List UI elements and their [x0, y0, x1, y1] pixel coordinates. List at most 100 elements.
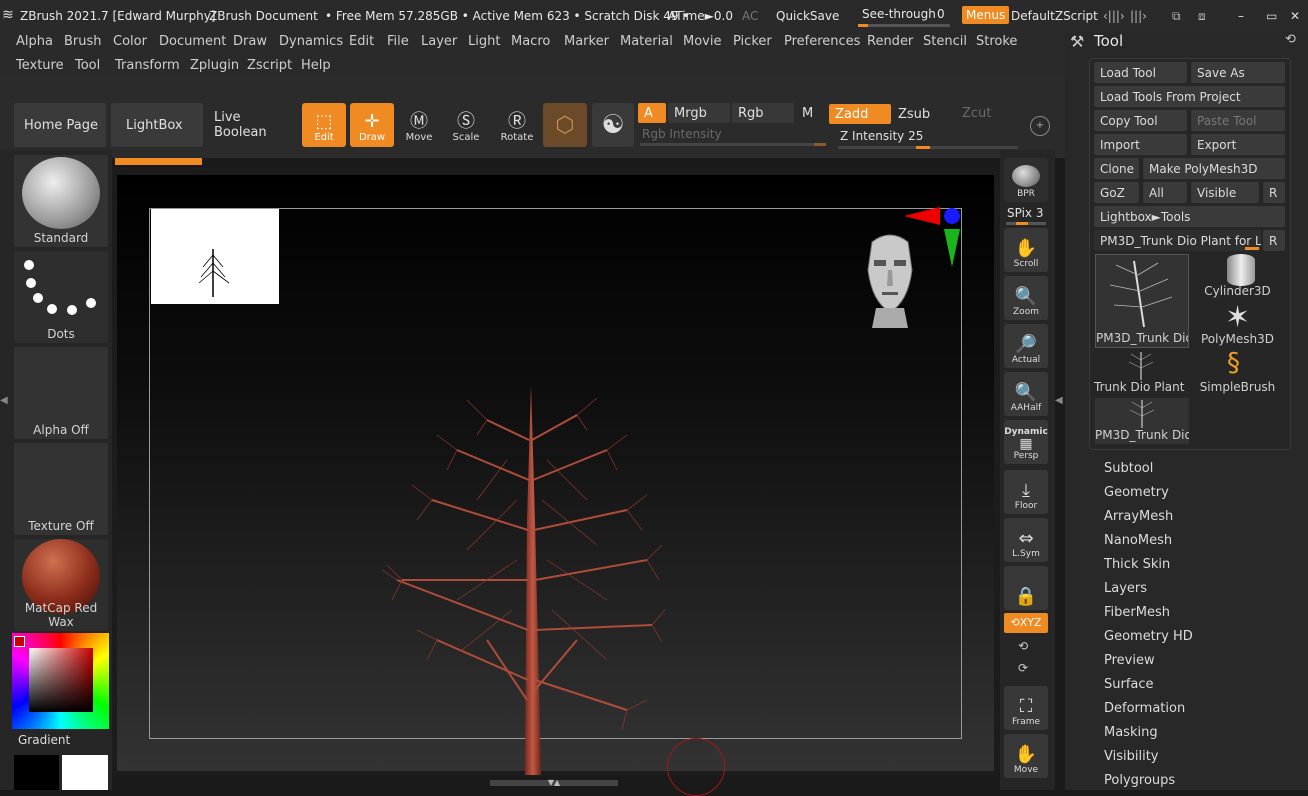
lock-button[interactable]: 🔒 [1004, 566, 1048, 610]
zbrush-logo-icon[interactable]: ≋ [2, 7, 14, 23]
menu-document[interactable]: Document [159, 34, 226, 49]
palette-reset-icon[interactable]: ⟲ [1285, 32, 1296, 47]
subpalette-layers[interactable]: Layers [1104, 581, 1147, 596]
import-button[interactable]: Import [1094, 134, 1187, 155]
tool-thumb-trunk-dio[interactable]: Trunk Dio Plant f [1094, 350, 1187, 396]
menu-edit[interactable]: Edit [349, 34, 374, 49]
menu-material[interactable]: Material [620, 34, 673, 49]
tool-thumb-cylinder3d[interactable]: Cylinder3D [1191, 254, 1284, 300]
subpalette-geometry-hd[interactable]: Geometry HD [1104, 629, 1193, 644]
tool-palette-title[interactable]: Tool [1094, 32, 1123, 50]
subpalette-surface[interactable]: Surface [1104, 677, 1154, 692]
menu-render[interactable]: Render [867, 34, 913, 49]
edit-button[interactable]: ⬚ Edit [302, 103, 346, 147]
load-tools-from-project-button[interactable]: Load Tools From Project [1094, 86, 1285, 107]
rgb-intensity-slider[interactable] [640, 143, 826, 146]
subpalette-preview[interactable]: Preview [1104, 653, 1155, 668]
axis-gizmo-icon[interactable] [902, 203, 962, 273]
lightbox-tools-button[interactable]: Lightbox►Tools [1094, 206, 1285, 227]
material-selector[interactable]: MatCap Red Wax [14, 539, 108, 631]
menu-picker[interactable]: Picker [733, 34, 772, 49]
subpalette-geometry[interactable]: Geometry [1104, 485, 1169, 500]
a-button[interactable]: A [638, 103, 666, 123]
window-layout-icon[interactable]: ⧉ [1172, 9, 1181, 24]
spix-slider[interactable] [1006, 222, 1046, 225]
menu-texture[interactable]: Texture [16, 58, 64, 73]
secondary-color-swatch[interactable] [14, 755, 59, 790]
live-boolean-button[interactable]: Live Boolean [204, 103, 296, 147]
brush-selector[interactable]: Standard [14, 155, 108, 247]
rotate-y-icon[interactable]: ⟲ [1018, 639, 1028, 653]
subpalette-visibility[interactable]: Visibility [1104, 749, 1158, 764]
tool-thumb-simplebrush[interactable]: § SimpleBrush [1191, 348, 1284, 396]
lightbox-button[interactable]: LightBox [111, 103, 203, 147]
xyz-button[interactable]: ⟲XYZ [1004, 613, 1048, 633]
menu-draw[interactable]: Draw [233, 34, 267, 49]
export-button[interactable]: Export [1191, 134, 1285, 155]
menu-layer[interactable]: Layer [421, 34, 457, 49]
default-zscript-button[interactable]: DefaultZScript [1011, 9, 1098, 23]
gradient-label[interactable]: Gradient [18, 733, 70, 747]
copy-tool-button[interactable]: Copy Tool [1094, 110, 1187, 131]
menu-preferences[interactable]: Preferences [784, 34, 860, 49]
menu-stroke[interactable]: Stroke [976, 34, 1017, 49]
menu-transform[interactable]: Transform [115, 58, 180, 73]
close-icon[interactable]: ✕ [1290, 9, 1300, 23]
bottom-scroll-handle[interactable]: ▼▲ [490, 779, 618, 787]
menu-tool[interactable]: Tool [75, 58, 100, 73]
menu-light[interactable]: Light [468, 34, 500, 49]
zcut-button[interactable]: Zcut [956, 103, 1016, 123]
tool-thumb-pm3d-trunk-2[interactable]: PM3D_Trunk Dio [1095, 398, 1189, 444]
scale-button[interactable]: Ⓢ Scale [444, 103, 488, 147]
subpalette-nanomesh[interactable]: NanoMesh [1104, 533, 1172, 548]
save-as-button[interactable]: Save As [1191, 62, 1285, 83]
mrgb-button[interactable]: Mrgb [668, 103, 730, 123]
goz-visible-button[interactable]: Visible [1191, 182, 1259, 203]
menu-file[interactable]: File [387, 34, 409, 49]
stroke-selector[interactable]: Dots [14, 251, 108, 343]
rotate-z-icon[interactable]: ⟳ [1018, 661, 1028, 675]
maximize-icon[interactable]: ▭ [1266, 9, 1277, 23]
m-button[interactable]: M [796, 103, 826, 123]
z-intensity-slider[interactable] [838, 146, 1018, 149]
subpalette-deformation[interactable]: Deformation [1104, 701, 1185, 716]
zadd-button[interactable]: Zadd [829, 104, 891, 124]
minimize-icon[interactable]: – [1238, 9, 1244, 23]
window-arrange-icon[interactable]: ⧈ [1198, 9, 1206, 24]
subpalette-arraymesh[interactable]: ArrayMesh [1104, 509, 1173, 524]
solo-button[interactable]: ☯ [592, 103, 634, 147]
menu-zplugin[interactable]: Zplugin [190, 58, 239, 73]
menus-toggle[interactable]: Menus [962, 6, 1010, 24]
goz-r-button[interactable]: R [1263, 182, 1285, 203]
tool-thumb-pm3d-trunk[interactable]: PM3D_Trunk Dio [1095, 254, 1189, 348]
tree-model[interactable] [377, 380, 667, 775]
current-tool-slider[interactable]: PM3D_Trunk Dio Plant for Le [1094, 230, 1261, 251]
menu-alpha[interactable]: Alpha [16, 34, 53, 49]
frame-button[interactable]: ⛶ Frame [1004, 686, 1048, 730]
move-button[interactable]: Ⓜ Move [397, 103, 441, 147]
menu-dynamics[interactable]: Dynamics [279, 34, 343, 49]
draw-button[interactable]: ✛ Draw [350, 103, 394, 147]
rgb-button[interactable]: Rgb [732, 103, 794, 123]
layout-icon[interactable]: ‹|||› [1103, 9, 1125, 23]
persp-button[interactable]: Dynamic ▦ Persp [1004, 420, 1048, 464]
navigator-thumbnail[interactable] [151, 209, 279, 304]
rotate-button[interactable]: Ⓡ Rotate [495, 103, 539, 147]
bpr-button[interactable]: BPR [1004, 158, 1048, 202]
zoom-button[interactable]: 🔍 Zoom [1004, 276, 1048, 320]
see-through-slider-label[interactable]: See-through [862, 7, 936, 21]
shelf-settings-icon[interactable]: + [1030, 116, 1050, 136]
subpalette-subtool[interactable]: Subtool [1104, 461, 1153, 476]
layout-alt-icon[interactable]: |||› [1130, 9, 1147, 23]
alpha-selector[interactable]: Alpha Off [14, 347, 108, 439]
aahalf-button[interactable]: 🔍 AAHalf [1004, 372, 1048, 416]
load-tool-button[interactable]: Load Tool [1094, 62, 1187, 83]
quicksave-button[interactable]: QuickSave [776, 9, 839, 23]
subpalette-fibermesh[interactable]: FiberMesh [1104, 605, 1170, 620]
move-view-button[interactable]: ✋ Move [1004, 734, 1048, 778]
left-tray-toggle-icon[interactable]: ◀ [0, 395, 8, 415]
menu-color[interactable]: Color [113, 34, 147, 49]
actual-button[interactable]: 🔎 Actual [1004, 324, 1048, 368]
subpalette-thick-skin[interactable]: Thick Skin [1104, 557, 1170, 572]
make-polymesh3d-button[interactable]: Make PolyMesh3D [1143, 158, 1285, 179]
